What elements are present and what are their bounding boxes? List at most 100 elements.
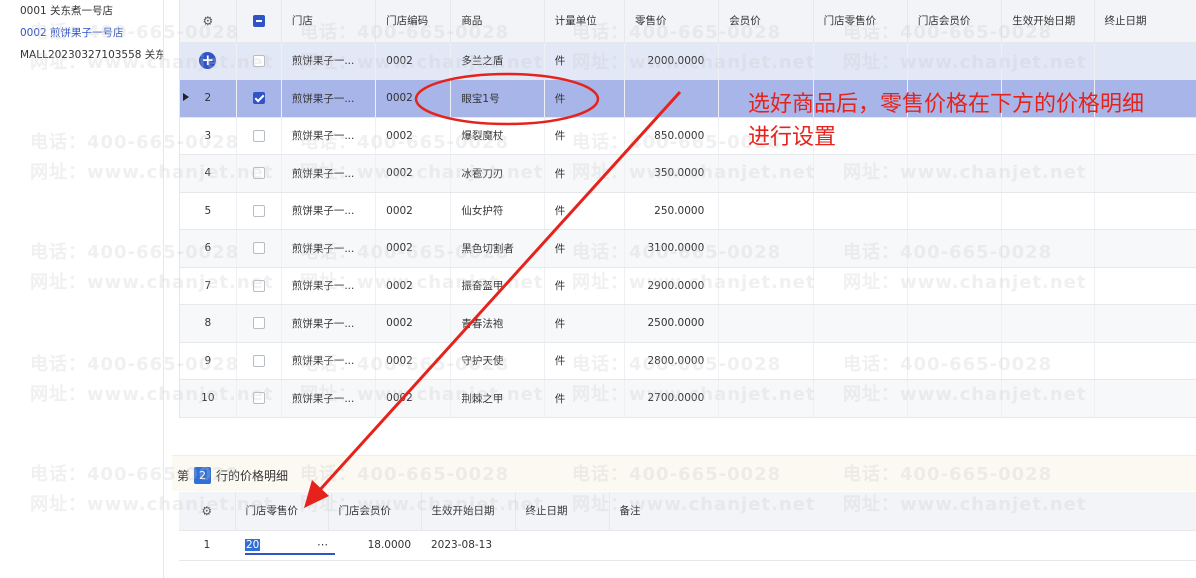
cell-store-code[interactable]: 0002 [375, 192, 452, 230]
cell-store-code[interactable]: 0002 [375, 154, 452, 193]
cell-product[interactable]: 守护天使 [450, 342, 545, 380]
cell-end-date[interactable] [1094, 192, 1196, 230]
cell-end-date[interactable] [1094, 267, 1196, 305]
cell-start-date[interactable] [1001, 229, 1095, 268]
detail-cell-end-date[interactable] [515, 530, 609, 561]
detail-cell-store-retail-price[interactable]: 20 ⋯ [235, 530, 335, 561]
row-checkbox[interactable] [252, 204, 265, 217]
detail-col-start-date[interactable]: 生效开始日期 [421, 492, 516, 531]
cell-store-code[interactable]: 0002 [375, 342, 452, 380]
store-item-0001[interactable]: 0001 关东煮一号店 [0, 0, 163, 22]
detail-col-end-date[interactable]: 终止日期 [515, 492, 610, 531]
cell-unit[interactable]: 件 [544, 154, 625, 193]
cell-end-date[interactable] [1094, 379, 1196, 418]
row-checkbox[interactable] [252, 392, 265, 405]
row-checkbox-cell[interactable] [236, 117, 282, 155]
row-checkbox[interactable] [252, 54, 265, 67]
plus-circle-icon[interactable]: + [199, 52, 217, 70]
cell-retail-price[interactable]: 850.0000 [624, 117, 720, 155]
cell-unit[interactable]: 件 [544, 379, 625, 418]
cell-store-retail-price[interactable] [813, 229, 908, 268]
cell-store-code[interactable]: 0002 [375, 379, 452, 418]
cell-member-price[interactable] [718, 42, 814, 80]
cell-store-retail-price[interactable] [813, 192, 908, 230]
cell-end-date[interactable] [1094, 154, 1196, 193]
store-item-0002[interactable]: 0002 煎饼果子一号店 [0, 22, 163, 44]
cell-end-date[interactable] [1094, 304, 1196, 343]
cell-start-date[interactable] [1001, 342, 1095, 380]
cell-store[interactable]: 煎饼果子一... [281, 192, 377, 230]
col-header-start-date[interactable]: 生效开始日期 [1001, 0, 1095, 43]
cell-store-retail-price[interactable] [813, 304, 908, 343]
cell-unit[interactable]: 件 [544, 342, 625, 380]
cell-start-date[interactable] [1001, 267, 1095, 305]
col-header-store-code[interactable]: 门店编码 [375, 0, 452, 43]
cell-store-code[interactable]: 0002 [375, 304, 452, 343]
cell-retail-price[interactable]: 2900.0000 [624, 267, 720, 305]
cell-store[interactable]: 煎饼果子一... [281, 79, 377, 118]
cell-store[interactable]: 煎饼果子一... [281, 267, 377, 305]
cell-retail-price[interactable]: 2700.0000 [624, 379, 720, 418]
row-checkbox[interactable] [252, 354, 265, 367]
detail-cell-note[interactable] [609, 530, 1196, 561]
cell-store[interactable]: 煎饼果子一... [281, 229, 377, 268]
detail-row[interactable]: 1 20 ⋯ 18.0000 2023-08-13 [179, 530, 1196, 561]
cell-store-retail-price[interactable] [813, 154, 908, 193]
row-checkbox[interactable] [252, 129, 265, 142]
cell-store-member-price[interactable] [907, 229, 1003, 268]
cell-retail-price[interactable]: 350.0000 [624, 154, 720, 193]
cell-product[interactable]: 青春法袍 [450, 304, 545, 343]
row-checkbox-cell[interactable] [236, 342, 282, 380]
cell-unit[interactable]: 件 [544, 42, 625, 80]
cell-end-date[interactable] [1094, 42, 1196, 80]
row-checkbox[interactable] [252, 242, 265, 255]
detail-col-store-retail-price[interactable]: 门店零售价 [235, 492, 329, 531]
select-all-checkbox[interactable] [252, 14, 265, 27]
column-settings[interactable]: ⚙ [180, 0, 237, 43]
cell-store[interactable]: 煎饼果子一... [281, 342, 377, 380]
cell-member-price[interactable] [718, 267, 814, 305]
table-row[interactable]: 6 煎饼果子一... 0002 黑色切割者 件 3100.0000 [180, 229, 1196, 268]
table-row[interactable]: 5 煎饼果子一... 0002 仙女护符 件 250.0000 [180, 192, 1196, 230]
cell-product[interactable]: 冰雹刀刃 [450, 154, 545, 193]
gear-icon[interactable]: ⚙ [202, 14, 213, 28]
col-header-end-date[interactable]: 终止日期 [1094, 0, 1196, 43]
table-row[interactable]: 10 煎饼果子一... 0002 荆棘之甲 件 2700.0000 [180, 379, 1196, 418]
gear-icon[interactable]: ⚙ [201, 504, 212, 518]
cell-retail-price[interactable]: 2800.0000 [624, 342, 720, 380]
col-header-member-price[interactable]: 会员价 [718, 0, 814, 43]
row-checkbox[interactable] [252, 279, 265, 292]
cell-store-code[interactable]: 0002 [375, 42, 452, 80]
cell-store[interactable]: 煎饼果子一... [281, 117, 377, 155]
cell-member-price[interactable] [718, 304, 814, 343]
cell-member-price[interactable] [718, 342, 814, 380]
cell-unit[interactable]: 件 [544, 117, 625, 155]
detail-column-settings[interactable]: ⚙ [179, 492, 236, 531]
cell-end-date[interactable] [1094, 342, 1196, 380]
row-checkbox-cell[interactable] [236, 79, 282, 118]
select-all[interactable] [236, 0, 282, 43]
cell-store-member-price[interactable] [907, 154, 1003, 193]
cell-store-member-price[interactable] [907, 342, 1003, 380]
cell-product[interactable]: 黑色切割者 [450, 229, 545, 268]
cell-retail-price[interactable]: 2500.0000 [624, 304, 720, 343]
row-checkbox-cell[interactable] [236, 42, 282, 80]
store-retail-price-input[interactable]: 20 ⋯ [245, 538, 335, 555]
cell-store-member-price[interactable] [907, 267, 1003, 305]
row-checkbox-cell[interactable] [236, 154, 282, 193]
cell-store-retail-price[interactable] [813, 267, 908, 305]
cell-store-retail-price[interactable] [813, 42, 908, 80]
cell-unit[interactable]: 件 [544, 229, 625, 268]
cell-product[interactable]: 眼宝1号 [450, 79, 545, 118]
cell-start-date[interactable] [1001, 379, 1095, 418]
cell-retail-price[interactable]: 250.0000 [624, 192, 720, 230]
cell-product[interactable]: 振奋盔甲 [450, 267, 545, 305]
detail-col-note[interactable]: 备注 [609, 492, 1196, 531]
cell-store-member-price[interactable] [907, 42, 1003, 80]
cell-store[interactable]: 煎饼果子一... [281, 154, 377, 193]
col-header-store[interactable]: 门店 [281, 0, 377, 43]
ellipsis-icon[interactable]: ⋯ [317, 538, 329, 551]
cell-store-code[interactable]: 0002 [375, 267, 452, 305]
cell-unit[interactable]: 件 [544, 304, 625, 343]
cell-member-price[interactable] [718, 379, 814, 418]
